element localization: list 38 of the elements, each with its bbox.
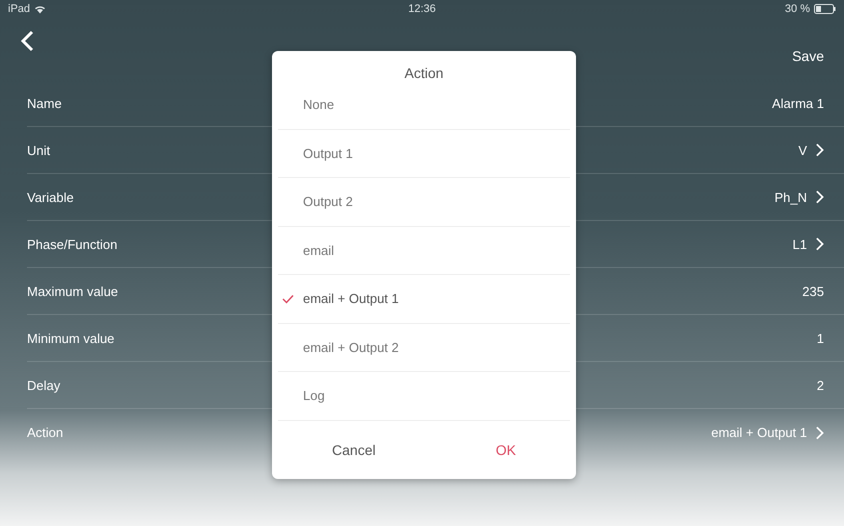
- row-value[interactable]: 235: [802, 284, 824, 298]
- option-item[interactable]: Output 2: [278, 178, 570, 226]
- row-label: Maximum value: [27, 284, 118, 298]
- chevron-icon: [815, 426, 824, 440]
- row-value[interactable]: Alarma 1: [772, 96, 824, 110]
- cancel-button[interactable]: Cancel: [322, 438, 386, 462]
- chevron-icon: [815, 237, 824, 251]
- checkmark-icon: [282, 294, 294, 304]
- row-label: Delay: [27, 378, 60, 392]
- option-item[interactable]: email + Output 1: [278, 275, 570, 324]
- row-value[interactable]: 1: [816, 330, 824, 346]
- dialog-title: Action: [404, 64, 444, 81]
- row-label: Unit: [27, 142, 50, 158]
- row-label: Minimum value: [27, 330, 114, 346]
- option-item[interactable]: email + Output 2: [278, 324, 570, 372]
- wifi-icon: [34, 4, 46, 14]
- row-value[interactable]: 2: [816, 378, 824, 392]
- ok-button[interactable]: OK: [486, 438, 526, 462]
- back-icon[interactable]: [20, 30, 34, 52]
- chevron-icon: [815, 143, 824, 157]
- row-label: Name: [27, 96, 62, 110]
- row-value[interactable]: Ph_N: [774, 190, 807, 204]
- row-value[interactable]: V: [798, 142, 807, 158]
- chevron-icon: [815, 190, 824, 204]
- row-value[interactable]: L1: [792, 236, 807, 252]
- battery-percent: 30 %: [784, 3, 810, 15]
- row-label: Action: [27, 425, 64, 440]
- row-value[interactable]: email + Output 1: [711, 425, 807, 440]
- device-name: iPad: [8, 3, 30, 15]
- row-label: Phase/Function: [27, 236, 118, 252]
- option-item[interactable]: Log: [278, 372, 570, 420]
- option-item[interactable]: email: [278, 226, 570, 275]
- battery-icon: [814, 4, 836, 14]
- row-label: Variable: [27, 190, 74, 204]
- option-item[interactable]: Output 1: [278, 130, 570, 178]
- save-button[interactable]: Save: [792, 48, 824, 64]
- option-item[interactable]: None: [278, 81, 570, 130]
- clock: 12:36: [408, 3, 436, 15]
